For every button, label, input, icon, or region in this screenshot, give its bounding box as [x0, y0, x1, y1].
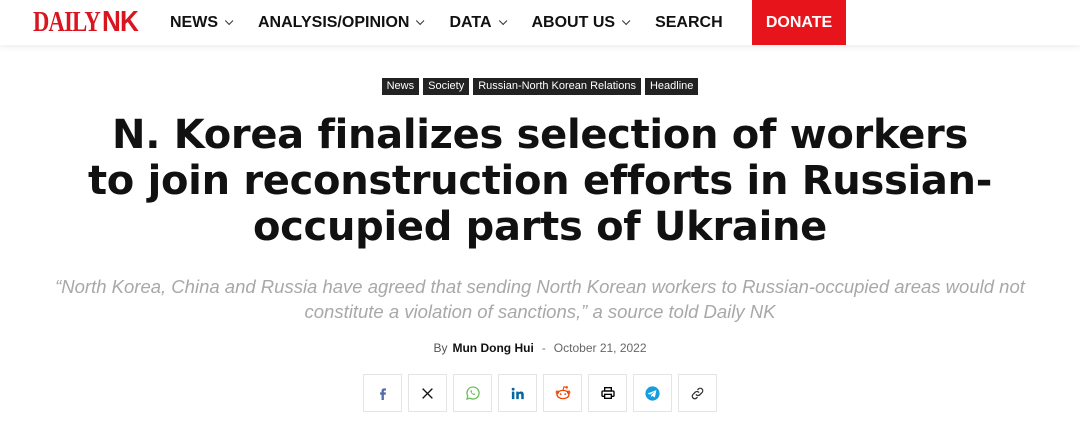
linkedin-icon: [511, 387, 524, 399]
main-nav: NEWS ANALYSIS/OPINION DATA ABOUT US SEAR…: [170, 0, 751, 45]
share-linkedin-button[interactable]: [498, 374, 537, 412]
article-byline: By Mun Dong Hui - October 21, 2022: [0, 341, 1080, 355]
share-x-button[interactable]: [408, 374, 447, 412]
nav-data-label: DATA: [449, 13, 492, 31]
article-title: N. Korea finalizes selection of workers …: [60, 112, 1020, 250]
publish-date: October 21, 2022: [553, 341, 647, 355]
copy-link-button[interactable]: [678, 374, 717, 412]
share-whatsapp-button[interactable]: [453, 374, 492, 412]
category-tags: News Society Russian-North Korean Relati…: [0, 78, 1080, 95]
logo-daily-text: DAILY: [33, 6, 101, 38]
nav-search-label: SEARCH: [655, 13, 723, 31]
chevron-down-icon: [621, 16, 631, 25]
byline-by: By: [433, 341, 448, 355]
nav-about-us[interactable]: ABOUT US: [531, 0, 631, 45]
copy-link-icon: [691, 387, 704, 399]
nav-news[interactable]: NEWS: [170, 0, 234, 45]
chevron-down-icon: [498, 16, 507, 25]
tag-society[interactable]: Society: [423, 78, 470, 95]
tag-news[interactable]: News: [381, 78, 420, 95]
print-icon: [600, 387, 615, 399]
reddit-icon: [555, 386, 570, 400]
share-bar: [0, 374, 1080, 412]
author-link[interactable]: Mun Dong Hui: [452, 341, 533, 355]
nav-search[interactable]: SEARCH: [655, 0, 723, 45]
subtitle-line: “North Korea, China and Russia have agre…: [55, 276, 1025, 297]
x-twitter-icon: [422, 387, 433, 399]
daily-nk-logo[interactable]: DAILY NK: [33, 6, 139, 38]
tag-russian-north-korean-relations[interactable]: Russian-North Korean Relations: [473, 78, 641, 95]
subtitle-line: constitute a violation of sanctions,” a …: [304, 301, 776, 322]
telegram-icon: [645, 385, 660, 401]
nav-news-label: NEWS: [170, 13, 218, 31]
title-line: occupied parts of Ukraine: [252, 204, 828, 250]
nav-analysis-label: ANALYSIS/OPINION: [258, 13, 410, 31]
donate-button[interactable]: DONATE: [752, 0, 846, 45]
logo-nk-text: NK: [102, 6, 139, 38]
title-line: N. Korea finalizes selection of workers: [112, 112, 968, 158]
article-subtitle: “North Korea, China and Russia have agre…: [40, 274, 1040, 324]
whatsapp-icon: [465, 386, 480, 400]
byline-separator: -: [541, 341, 546, 355]
chevron-down-icon: [224, 16, 234, 25]
share-reddit-button[interactable]: [543, 374, 582, 412]
site-header: DAILY NK NEWS ANALYSIS/OPINION DATA ABOU…: [0, 0, 1080, 45]
facebook-icon: [379, 388, 386, 400]
share-telegram-button[interactable]: [633, 374, 672, 412]
nav-about-label: ABOUT US: [531, 13, 616, 31]
print-button[interactable]: [588, 374, 627, 412]
chevron-down-icon: [416, 16, 425, 25]
tag-headline[interactable]: Headline: [644, 78, 699, 95]
share-facebook-button[interactable]: [363, 374, 402, 412]
nav-data[interactable]: DATA: [449, 0, 507, 45]
title-line: to join reconstruction efforts in Russia…: [87, 158, 993, 204]
nav-analysis-opinion[interactable]: ANALYSIS/OPINION: [258, 0, 425, 45]
